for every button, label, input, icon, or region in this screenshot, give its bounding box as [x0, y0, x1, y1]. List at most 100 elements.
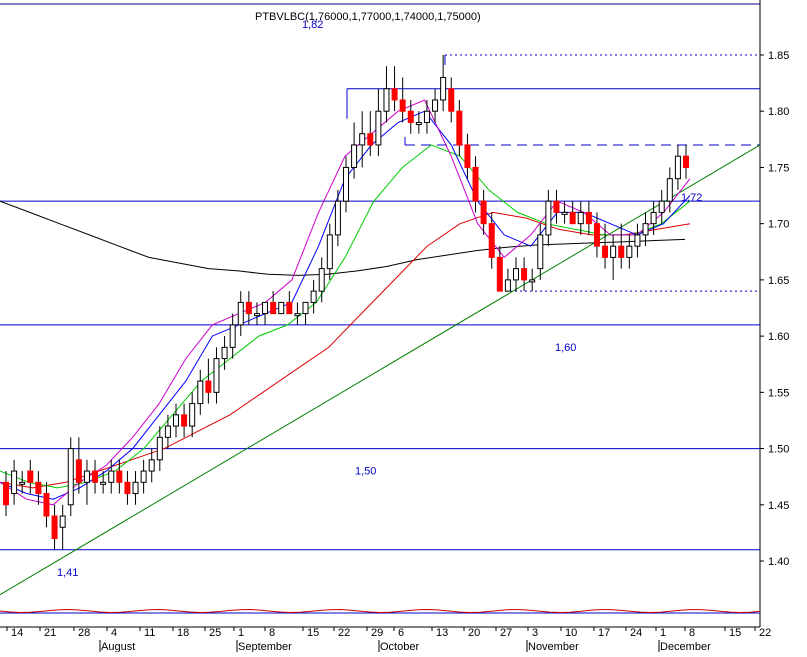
candle-body: [650, 211, 657, 225]
y-axis-tick-label: 1.75: [768, 162, 789, 174]
x-axis-day-label: 15: [307, 627, 319, 639]
candle-body: [634, 234, 641, 247]
candle-body: [618, 245, 625, 258]
candle-body: [480, 200, 487, 225]
candle-body: [132, 481, 139, 495]
candle-body: [3, 481, 9, 506]
candle-body: [205, 380, 212, 393]
candle-body: [610, 245, 617, 258]
candle-body: [415, 121, 422, 125]
candle-body: [593, 223, 600, 247]
candle-body: [464, 144, 471, 168]
candle-body: [399, 99, 406, 112]
candle-body: [310, 290, 317, 303]
x-axis-day-label: 18: [177, 627, 189, 639]
stock-chart: 1,72 1,60 1,50 1,41 1.85 1.80 1.75 1.70 1.65 1.6…: [0, 0, 807, 653]
candle-body: [124, 481, 131, 495]
x-axis-day-label: 25: [209, 627, 221, 639]
candle-body: [674, 155, 681, 180]
candle-body: [326, 234, 333, 270]
y-axis-tick-label: 1.85: [768, 50, 789, 62]
candle-body: [448, 88, 455, 112]
chart-title: PTBVLBC(1,76000,1,77000,1,74000,1,75000): [255, 11, 481, 23]
top-price-marker: 1,82: [302, 19, 323, 31]
candle-body: [423, 110, 430, 123]
candle-body: [488, 223, 495, 258]
x-axis-day-label: 8: [269, 627, 275, 639]
x-axis-day-label: 17: [598, 627, 610, 639]
candle-body: [253, 313, 260, 317]
candlestick-chart: 1,721,601,501,41 1.851.801.751.701.651.6…: [0, 0, 807, 653]
candle-body: [529, 279, 536, 283]
x-axis-day-label: 15: [729, 627, 741, 639]
candle-body: [504, 279, 511, 292]
candle-body: [221, 346, 228, 360]
candle-body: [92, 470, 99, 483]
candle-body: [262, 301, 269, 315]
plot-background: [0, 0, 807, 652]
x-axis-day-label: 20: [468, 627, 480, 639]
candle-body: [83, 470, 90, 483]
y-axis-tick-label: 1.50: [768, 444, 789, 456]
candle-body: [602, 245, 609, 258]
candle-body: [626, 245, 633, 258]
candle-body: [108, 470, 115, 483]
x-axis-day-label: 1: [660, 627, 666, 639]
horizontal-level-label: 1,60: [555, 342, 576, 354]
candle-body: [537, 234, 544, 270]
candle-body: [440, 76, 447, 101]
candle-body: [35, 481, 42, 495]
candle-body: [318, 268, 325, 292]
candle-body: [173, 414, 179, 427]
x-axis-day-label: 14: [11, 627, 23, 639]
candle-body: [585, 211, 592, 225]
candle-body: [245, 301, 252, 315]
candle-body: [521, 268, 528, 281]
x-axis-day-label: 3: [532, 627, 538, 639]
candle-body: [51, 515, 58, 540]
candle-body: [351, 144, 358, 168]
x-axis-day-label: 27: [500, 627, 512, 639]
x-axis-month-label: November: [528, 641, 579, 652]
y-axis-tick-label: 1.55: [768, 387, 789, 399]
candle-body: [367, 133, 374, 146]
x-axis-day-label: 10: [565, 627, 577, 639]
candle-body: [577, 211, 584, 225]
y-axis-tick-label: 1.40: [768, 556, 789, 568]
candle-body: [383, 88, 390, 112]
candle-body: [561, 211, 568, 215]
x-axis-day-label: 13: [436, 627, 448, 639]
candle-body: [11, 470, 18, 495]
candle-body: [302, 301, 309, 315]
candle-body: [67, 448, 74, 506]
x-axis-month-label: October: [380, 641, 419, 652]
candle-body: [237, 301, 244, 326]
x-axis-day-label: 29: [371, 627, 383, 639]
candle-body: [278, 301, 285, 315]
candle-body: [496, 256, 503, 292]
x-axis-day-label: 22: [338, 627, 350, 639]
candle-body: [181, 414, 188, 427]
x-axis-day-label: 21: [44, 627, 56, 639]
candle-body: [270, 301, 277, 315]
candle-body: [391, 88, 398, 101]
candle-body: [343, 166, 349, 202]
candle-body: [189, 403, 196, 427]
x-axis-day-label: 6: [398, 627, 404, 639]
y-axis-tick-label: 1.65: [768, 275, 789, 287]
candle-body: [683, 155, 689, 168]
x-axis-day-label: 4: [111, 627, 117, 639]
candle-body: [513, 268, 519, 281]
candle-body: [213, 358, 220, 393]
candle-body: [116, 470, 123, 483]
candle-body: [156, 436, 163, 461]
candle-body: [553, 200, 560, 213]
candle-body: [472, 166, 479, 202]
candle-body: [75, 459, 82, 483]
candle-body: [148, 459, 155, 472]
x-axis-day-label: 24: [630, 627, 642, 639]
candle-body: [43, 493, 50, 517]
candle-body: [407, 110, 414, 123]
candle-body: [432, 99, 439, 112]
candle-body: [164, 425, 171, 438]
